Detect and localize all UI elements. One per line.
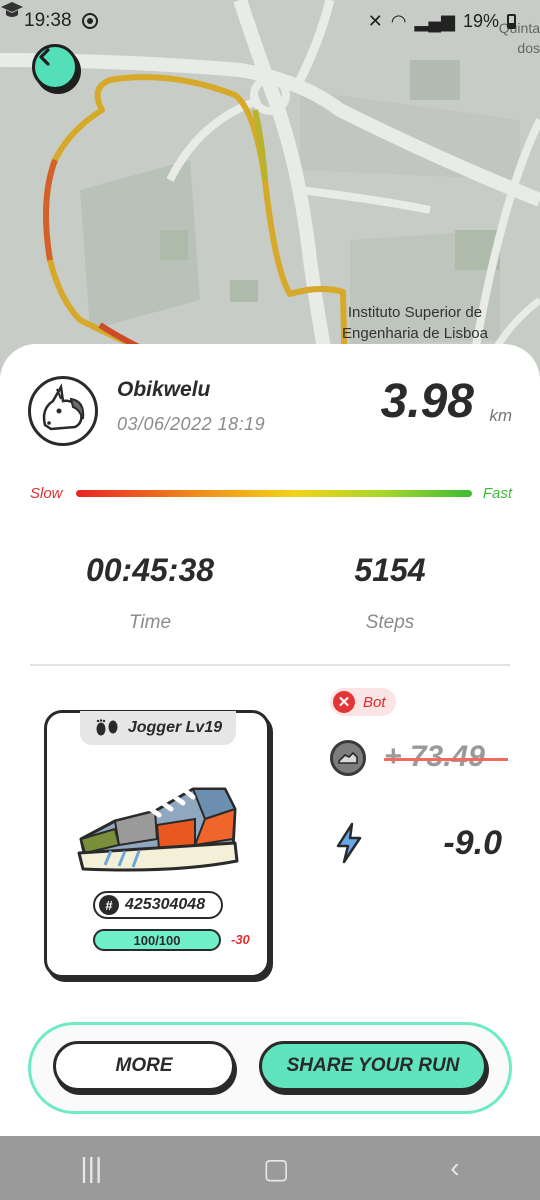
time-label: Time <box>128 612 172 633</box>
system-nav-bar: ||| ▢ ‹ <box>0 1136 540 1200</box>
speed-legend: Slow Fast <box>30 484 512 506</box>
chrome-icon <box>81 13 98 29</box>
earned-strikethrough <box>384 758 508 761</box>
time-value: 00:45:38 <box>85 552 215 588</box>
bot-label: Bot <box>363 693 386 711</box>
battery-icon <box>507 13 516 29</box>
energy-bolt-icon <box>336 822 362 864</box>
steps-label: Steps <box>365 612 415 633</box>
sneaker-id-badge: # 425304048 <box>93 891 223 919</box>
action-button-tray: MORE SHARE YOUR RUN <box>28 1022 512 1114</box>
steps-value: 5154 <box>354 552 426 588</box>
footprints-icon <box>96 719 118 736</box>
durability-value: 100/100 <box>133 932 181 948</box>
earned-value: + 73.49 <box>384 740 485 773</box>
status-bar: 19:38 ✕ ◠ ▂▄▆ 19% <box>0 0 540 42</box>
battery-level: 19% <box>462 10 499 31</box>
hash-icon: # <box>99 895 119 915</box>
speed-fast-label: Fast <box>482 485 512 502</box>
durability-loss: -30 <box>231 932 250 947</box>
mute-icon: ✕ <box>367 10 383 31</box>
close-circle-icon: ✕ <box>333 691 355 713</box>
sneaker-id: 425304048 <box>125 896 206 913</box>
avatar[interactable] <box>28 376 98 446</box>
run-summary-sheet: Obikwelu 03/06/2022 18:19 3.98 km Slow F… <box>0 344 540 1136</box>
distance-value: 3.98 <box>380 375 474 428</box>
back-button[interactable] <box>32 44 78 90</box>
back-nav-icon[interactable]: ‹ <box>450 1152 459 1184</box>
share-run-button[interactable]: SHARE YOUR RUN <box>259 1041 487 1091</box>
home-icon[interactable]: ▢ <box>263 1152 289 1185</box>
map-place-label: Instituto Superior de Engenharia de Lisb… <box>342 304 488 342</box>
chevron-left-icon <box>39 48 50 66</box>
distance-unit: km <box>489 406 512 425</box>
sneaker-card[interactable]: Jogger Lv19 # 425304048 100/100 -30 <box>44 710 270 978</box>
sneaker-image <box>77 784 239 872</box>
status-time: 19:38 <box>24 10 72 31</box>
run-datetime: 03/06/2022 18:19 <box>117 414 266 434</box>
bot-badge[interactable]: ✕ Bot <box>330 688 396 716</box>
divider <box>30 664 510 666</box>
shoe-token-icon <box>338 751 358 764</box>
username: Obikwelu <box>117 378 211 401</box>
signal-icon: ▂▄▆ <box>414 10 455 31</box>
energy-value: -9.0 <box>443 824 502 862</box>
speed-slow-label: Slow <box>30 485 63 502</box>
speed-gradient-bar <box>76 490 472 497</box>
gst-token-icon <box>330 740 366 776</box>
more-button[interactable]: MORE <box>53 1041 235 1091</box>
durability-bar: 100/100 <box>93 929 221 951</box>
sneaker-class-header: Jogger Lv19 <box>80 711 236 745</box>
recent-apps-icon[interactable]: ||| <box>80 1152 102 1184</box>
unicorn-avatar-icon <box>42 383 85 431</box>
route-map[interactable]: 19:38 ✕ ◠ ▂▄▆ 19% Quinta dos Instituto S… <box>0 0 540 380</box>
sneaker-class-level: Jogger Lv19 <box>127 719 223 736</box>
wifi-icon: ◠ <box>390 10 407 31</box>
